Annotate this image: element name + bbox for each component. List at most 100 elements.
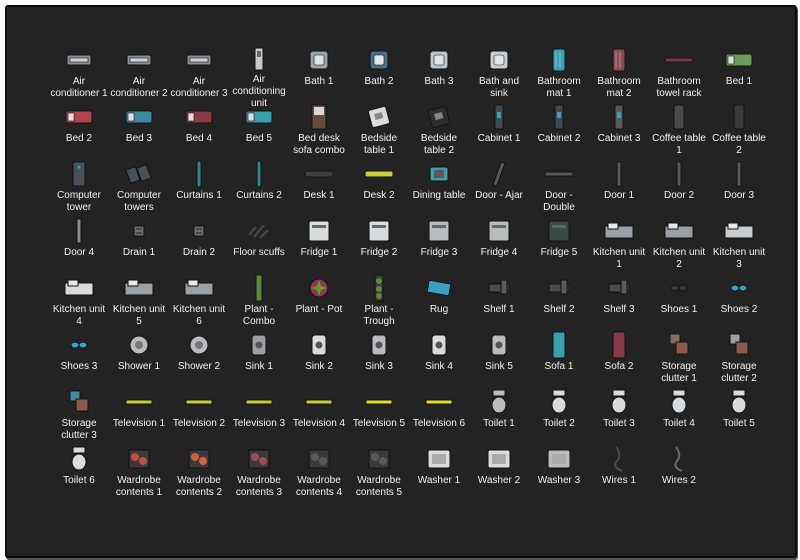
asset-tile[interactable]: Sink 5 bbox=[469, 332, 529, 389]
asset-tile[interactable]: Bath 2 bbox=[349, 47, 409, 104]
asset-tile[interactable]: Dining table bbox=[409, 161, 469, 218]
asset-tile[interactable]: Television 1 bbox=[109, 389, 169, 446]
asset-tile[interactable]: Air conditioner 1 bbox=[49, 47, 109, 104]
asset-tile[interactable]: Kitchen unit 2 bbox=[649, 218, 709, 275]
asset-tile[interactable]: Television 2 bbox=[169, 389, 229, 446]
asset-tile[interactable]: Air conditioning unit bbox=[229, 47, 289, 109]
asset-tile[interactable]: Fridge 3 bbox=[409, 218, 469, 275]
asset-tile[interactable]: Curtains 1 bbox=[169, 160, 229, 218]
asset-tile[interactable]: Plant - Pot bbox=[289, 275, 349, 332]
asset-tile[interactable]: Shower 1 bbox=[109, 332, 169, 389]
asset-tile[interactable]: Door - Ajar bbox=[469, 161, 529, 218]
asset-tile[interactable]: Door 2 bbox=[649, 161, 709, 218]
asset-tile[interactable]: Shoes 2 bbox=[709, 275, 769, 332]
asset-tile[interactable]: Plant - Combo bbox=[229, 274, 289, 332]
asset-tile[interactable]: Wardrobe contents 4 bbox=[289, 446, 349, 503]
asset-tile[interactable]: Sink 2 bbox=[289, 332, 349, 389]
asset-tile[interactable]: Television 4 bbox=[289, 389, 349, 446]
asset-tile[interactable]: Bed 3 bbox=[109, 104, 169, 161]
asset-tile[interactable]: Sink 3 bbox=[349, 332, 409, 389]
asset-tile[interactable]: Bedside table 1 bbox=[349, 104, 409, 161]
asset-tile[interactable]: Shower 2 bbox=[169, 332, 229, 389]
asset-tile[interactable]: Coffee table 2 bbox=[709, 104, 769, 161]
asset-tile[interactable]: Sofa 2 bbox=[589, 331, 649, 389]
asset-tile[interactable]: Kitchen unit 1 bbox=[589, 218, 649, 275]
asset-tile[interactable]: Storage clutter 1 bbox=[649, 332, 709, 389]
asset-tile[interactable]: Door - Double bbox=[529, 161, 589, 218]
asset-tile[interactable]: Computer tower bbox=[49, 161, 109, 218]
asset-tile[interactable]: Television 5 bbox=[349, 389, 409, 446]
asset-tile[interactable]: Bathroom mat 2 bbox=[589, 47, 649, 104]
asset-tile[interactable]: Sink 1 bbox=[229, 332, 289, 389]
asset-tile[interactable]: Television 6 bbox=[409, 389, 469, 446]
asset-tile[interactable]: Toilet 4 bbox=[649, 389, 709, 446]
asset-tile[interactable]: Fridge 1 bbox=[289, 218, 349, 275]
asset-label: Curtains 2 bbox=[236, 190, 282, 201]
asset-tile[interactable]: Wardrobe contents 5 bbox=[349, 446, 409, 503]
asset-tile[interactable]: Plant - Trough bbox=[349, 274, 409, 332]
asset-tile[interactable]: Washer 3 bbox=[529, 446, 589, 503]
asset-tile[interactable]: Desk 2 bbox=[349, 161, 409, 218]
asset-tile[interactable]: Wires 2 bbox=[649, 446, 709, 503]
asset-tile[interactable]: Sofa 1 bbox=[529, 331, 589, 389]
asset-tile[interactable]: Drain 2 bbox=[169, 218, 229, 275]
asset-tile[interactable]: Shelf 3 bbox=[589, 275, 649, 332]
asset-tile[interactable]: Shoes 1 bbox=[649, 275, 709, 332]
asset-tile[interactable]: Drain 1 bbox=[109, 218, 169, 275]
asset-tile[interactable]: Television 3 bbox=[229, 389, 289, 446]
asset-tile[interactable]: Bath and sink bbox=[469, 47, 529, 104]
asset-tile[interactable]: Door 3 bbox=[709, 161, 769, 218]
asset-tile[interactable]: Bed 1 bbox=[709, 47, 769, 104]
asset-tile[interactable]: Sink 4 bbox=[409, 332, 469, 389]
asset-tile[interactable]: Shelf 1 bbox=[469, 275, 529, 332]
asset-tile[interactable]: Kitchen unit 4 bbox=[49, 275, 109, 332]
asset-tile[interactable]: Kitchen unit 5 bbox=[109, 275, 169, 332]
asset-tile[interactable]: Computer towers bbox=[109, 161, 169, 218]
asset-tile[interactable]: Shoes 3 bbox=[49, 332, 109, 389]
asset-tile[interactable]: Floor scuffs bbox=[229, 218, 289, 275]
asset-tile[interactable]: Bath 1 bbox=[289, 47, 349, 104]
asset-tile[interactable]: Door 4 bbox=[49, 218, 109, 275]
asset-tile[interactable]: Fridge 4 bbox=[469, 218, 529, 275]
asset-tile[interactable]: Kitchen unit 6 bbox=[169, 275, 229, 332]
asset-tile[interactable]: Wires 1 bbox=[589, 446, 649, 503]
asset-tile[interactable]: Cabinet 1 bbox=[469, 104, 529, 161]
asset-tile[interactable]: Toilet 3 bbox=[589, 389, 649, 446]
asset-tile[interactable]: Storage clutter 3 bbox=[49, 389, 109, 446]
asset-tile[interactable]: Door 1 bbox=[589, 161, 649, 218]
asset-tile[interactable]: Wardrobe contents 3 bbox=[229, 446, 289, 503]
asset-tile[interactable]: Bath 3 bbox=[409, 47, 469, 104]
asset-tile[interactable]: Bed desk sofa combo bbox=[289, 104, 349, 161]
asset-tile[interactable]: Fridge 5 bbox=[529, 218, 589, 275]
asset-tile[interactable]: Rug bbox=[409, 275, 469, 332]
asset-tile[interactable]: Toilet 5 bbox=[709, 389, 769, 446]
asset-tile[interactable]: Coffee table 1 bbox=[649, 104, 709, 161]
asset-tile[interactable]: Bathroom mat 1 bbox=[529, 47, 589, 104]
asset-tile[interactable]: Wardrobe contents 2 bbox=[169, 446, 229, 503]
asset-tile[interactable]: Bedside table 2 bbox=[409, 104, 469, 161]
asset-tile[interactable]: Bathroom towel rack bbox=[649, 47, 709, 104]
wardrobe-contents-icon bbox=[177, 446, 221, 472]
asset-tile[interactable]: Toilet 1 bbox=[469, 389, 529, 446]
asset-tile[interactable]: Bed 5 bbox=[229, 104, 289, 161]
asset-tile[interactable]: Shelf 2 bbox=[529, 275, 589, 332]
asset-tile[interactable]: Curtains 2 bbox=[229, 160, 289, 218]
asset-tile[interactable]: Cabinet 3 bbox=[589, 104, 649, 161]
asset-tile[interactable]: Storage clutter 2 bbox=[709, 332, 769, 389]
asset-tile[interactable]: Washer 2 bbox=[469, 446, 529, 503]
asset-tile[interactable]: Toilet 2 bbox=[529, 389, 589, 446]
asset-tile[interactable]: Air conditioner 2 bbox=[109, 47, 169, 104]
asset-tile[interactable]: Air conditioner 3 bbox=[169, 47, 229, 104]
shelf-icon bbox=[597, 275, 641, 301]
asset-tile[interactable]: Toilet 6 bbox=[49, 446, 109, 503]
asset-tile[interactable]: Cabinet 2 bbox=[529, 104, 589, 161]
asset-tile[interactable]: Desk 1 bbox=[289, 161, 349, 218]
asset-tile[interactable]: Washer 1 bbox=[409, 446, 469, 503]
asset-tile[interactable]: Bed 2 bbox=[49, 104, 109, 161]
asset-tile[interactable]: Wardrobe contents 1 bbox=[109, 446, 169, 503]
asset-tile[interactable]: Bed 4 bbox=[169, 104, 229, 161]
asset-label: Toilet 1 bbox=[483, 418, 515, 429]
asset-tile[interactable]: Fridge 2 bbox=[349, 218, 409, 275]
asset-label: Cabinet 1 bbox=[477, 133, 521, 144]
asset-tile[interactable]: Kitchen unit 3 bbox=[709, 218, 769, 275]
